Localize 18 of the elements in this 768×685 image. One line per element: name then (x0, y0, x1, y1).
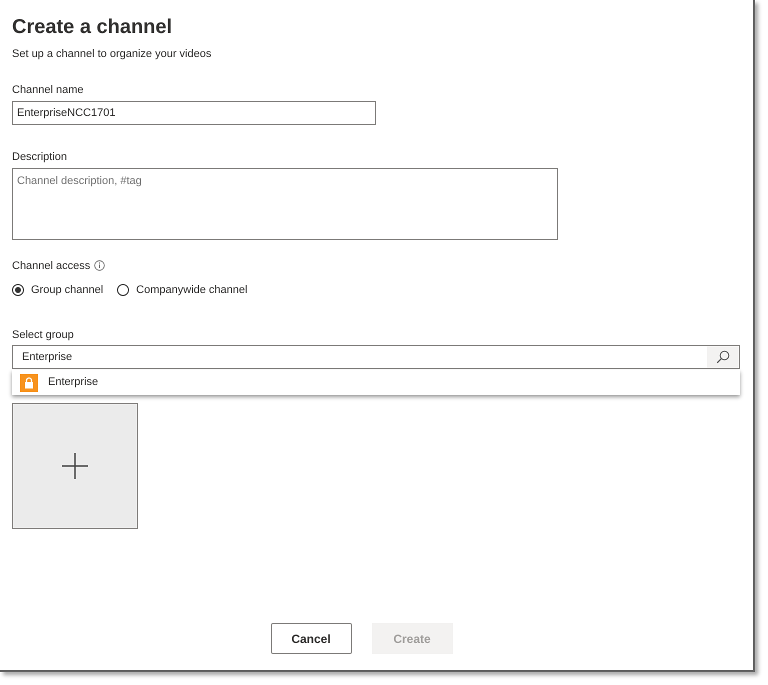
suggestion-item[interactable]: Enterprise (12, 370, 740, 395)
plus-icon (62, 453, 88, 479)
field-label: Description (12, 150, 68, 165)
radio-label: Group channel (31, 283, 104, 298)
cancel-button[interactable]: Cancel (270, 623, 352, 654)
channel-name-field[interactable]: EnterpriseNCC1701 (12, 101, 376, 125)
radio-label: Companywide channel (136, 283, 248, 298)
field-label: Select group (12, 328, 74, 342)
radio-button[interactable] (117, 284, 130, 296)
dialog-title: Create a channel (12, 15, 172, 40)
field-label: Channel access (12, 258, 90, 274)
add-image-tile[interactable] (12, 403, 138, 529)
lock-icon (20, 374, 38, 392)
info-icon (94, 260, 106, 272)
radio-button[interactable] (12, 284, 24, 296)
description-field[interactable]: Channel description, #tag (12, 168, 558, 240)
dialog-subtitle: Set up a channel to organize your videos (12, 47, 212, 62)
field-label: Channel name (12, 82, 84, 98)
